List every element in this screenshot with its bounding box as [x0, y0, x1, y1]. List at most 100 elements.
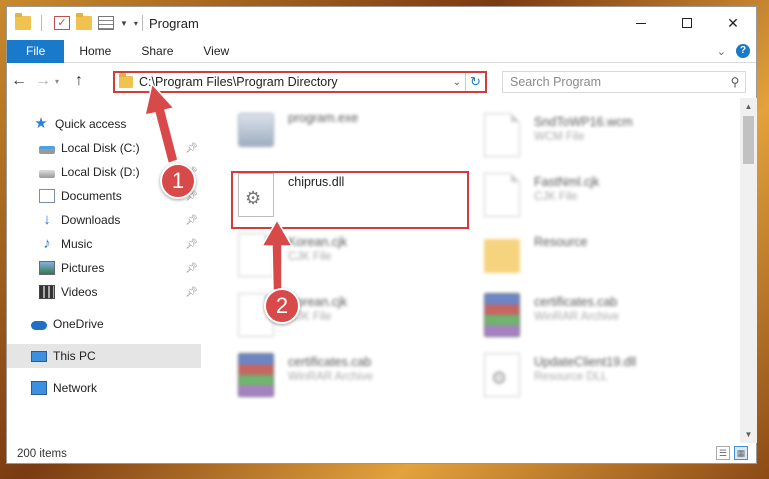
step-callout-2: 2	[264, 288, 300, 324]
file-type: CJK File	[288, 251, 332, 263]
sidebar-item-quick-access[interactable]: ★ Quick access	[7, 112, 201, 136]
close-icon: ✕	[727, 14, 739, 31]
refresh-icon[interactable]: ↻	[465, 73, 485, 91]
back-arrow-icon[interactable]: ←	[7, 72, 31, 90]
explorer-window: ✓ ▼ ▾ Program ✕ File Home Share View ⌄ ?…	[6, 6, 757, 464]
address-bar[interactable]: C:\Program Files\Program Directory ⌄ ↻	[113, 71, 487, 93]
help-icon[interactable]: ?	[736, 44, 750, 58]
sidebar-item-music[interactable]: ♪ Music 📌︎	[7, 232, 201, 256]
title-bar: ✓ ▼ ▾ Program ✕	[7, 7, 756, 39]
archive-icon	[484, 293, 520, 337]
sidebar-item-label: Documents	[61, 189, 122, 203]
chevron-down-icon[interactable]: ⌄	[449, 77, 465, 88]
pin-icon[interactable]: 📌︎	[185, 239, 198, 250]
file-icon	[484, 173, 520, 217]
tab-home[interactable]: Home	[64, 40, 126, 63]
scroll-up-icon[interactable]: ▲	[740, 98, 757, 115]
music-icon: ♪	[43, 235, 51, 252]
divider	[41, 15, 42, 31]
file-item[interactable]: Korean.cjk CJK File	[238, 233, 468, 285]
sidebar-item-downloads[interactable]: ↓ Downloads 📌︎	[7, 208, 201, 232]
search-box[interactable]: Search Program ⚲	[502, 71, 746, 93]
sidebar-item-this-pc[interactable]: This PC	[7, 344, 201, 368]
sidebar-item-label: Videos	[61, 285, 98, 299]
sidebar-item-label: Local Disk (C:)	[61, 141, 140, 155]
folder-icon	[119, 73, 133, 88]
file-type: WCM File	[534, 131, 585, 143]
highlight-box	[231, 171, 469, 229]
window-title: Program	[148, 15, 199, 31]
file-item[interactable]: program.exe	[238, 109, 468, 161]
chevron-down-icon[interactable]: ▼	[120, 19, 128, 28]
ribbon-tabs: File Home Share View ⌄ ?	[7, 39, 756, 63]
file-item[interactable]: ⚙ UpdateClient19.dll Resource DLL	[484, 353, 714, 405]
pin-icon[interactable]: 📌︎	[185, 215, 198, 226]
file-item[interactable]: FastNml.cjk CJK File	[484, 173, 714, 225]
drive-icon	[39, 169, 55, 178]
details-view-icon[interactable]: ☰	[716, 446, 730, 460]
maximize-button[interactable]	[664, 7, 710, 39]
address-text[interactable]: C:\Program Files\Program Directory	[139, 75, 449, 89]
sidebar-item-pictures[interactable]: Pictures 📌︎	[7, 256, 201, 280]
search-input[interactable]: Search Program	[510, 75, 725, 89]
properties-check-icon[interactable]: ✓	[54, 16, 70, 30]
recent-locations-icon[interactable]: ▾	[55, 77, 67, 86]
file-type: Resource DLL	[534, 371, 608, 383]
close-button[interactable]: ✕	[710, 7, 756, 39]
file-item[interactable]: SndToWP16.wcm WCM File	[484, 113, 714, 165]
computer-icon	[31, 350, 47, 362]
new-folder-icon[interactable]	[76, 13, 92, 30]
folder-item[interactable]: Resource	[484, 233, 714, 285]
item-count: 200 items	[17, 447, 67, 460]
minimize-button[interactable]	[618, 7, 664, 39]
folder-icon	[484, 239, 520, 273]
tab-file[interactable]: File	[7, 39, 65, 63]
file-item[interactable]: certificates.cab WinRAR Archive	[484, 293, 714, 345]
file-name: certificates.cab	[534, 295, 618, 309]
properties-icon[interactable]	[98, 16, 114, 30]
large-icons-view-icon[interactable]: ▦	[734, 446, 748, 460]
sidebar-item-network[interactable]: Network	[7, 376, 201, 400]
sidebar-item-label: This PC	[53, 349, 96, 363]
file-name: UpdateClient19.dll	[534, 355, 637, 369]
step-callout-1: 1	[160, 163, 196, 199]
sidebar-item-label: Pictures	[61, 261, 105, 275]
forward-arrow-icon[interactable]: →	[31, 72, 55, 90]
scroll-thumb[interactable]	[743, 116, 754, 164]
tab-share[interactable]: Share	[126, 40, 188, 63]
expand-ribbon-icon[interactable]: ⌄	[717, 45, 726, 58]
pin-icon[interactable]: 📌︎	[185, 143, 198, 154]
file-icon	[484, 113, 520, 157]
sidebar-item-onedrive[interactable]: OneDrive	[7, 312, 201, 336]
pictures-icon	[39, 261, 55, 275]
scroll-down-icon[interactable]: ▼	[740, 426, 757, 443]
maximize-icon	[682, 18, 692, 28]
up-arrow-icon[interactable]: ↑	[67, 72, 91, 90]
file-name: certificates.cab	[288, 355, 372, 369]
vertical-scrollbar[interactable]: ▲ ▼	[740, 98, 757, 443]
minimize-icon	[636, 22, 646, 24]
documents-icon	[39, 189, 55, 203]
folder-icon[interactable]	[15, 13, 31, 30]
pin-icon[interactable]: 📌︎	[185, 263, 198, 274]
sidebar-item-local-disk-c[interactable]: Local Disk (C:) 📌︎	[7, 136, 201, 160]
navigation-bar: ← → ▾ ↑ C:\Program Files\Program Directo…	[7, 64, 756, 98]
videos-icon	[39, 285, 55, 299]
gear-icon: ⚙	[491, 368, 508, 388]
file-name: FastNml.cjk	[534, 175, 600, 189]
sidebar-item-label: Quick access	[55, 117, 127, 131]
view-switcher: ☰ ▦	[716, 446, 748, 460]
sidebar-item-videos[interactable]: Videos 📌︎	[7, 280, 201, 304]
status-bar: 200 items ☰ ▦	[7, 443, 756, 464]
search-icon[interactable]: ⚲	[725, 75, 745, 89]
file-name: Resource	[534, 235, 588, 249]
cloud-icon	[31, 320, 47, 330]
tab-view[interactable]: View	[188, 40, 244, 63]
pin-icon[interactable]: 📌︎	[185, 287, 198, 298]
customize-toolbar-icon[interactable]: ▾	[134, 19, 138, 28]
quick-access-toolbar: ✓ ▼ ▾	[7, 7, 138, 39]
file-icon	[238, 233, 274, 277]
archive-icon	[238, 353, 274, 397]
window-controls: ✕	[618, 7, 756, 39]
file-item[interactable]: certificates.cab WinRAR Archive	[238, 353, 468, 405]
